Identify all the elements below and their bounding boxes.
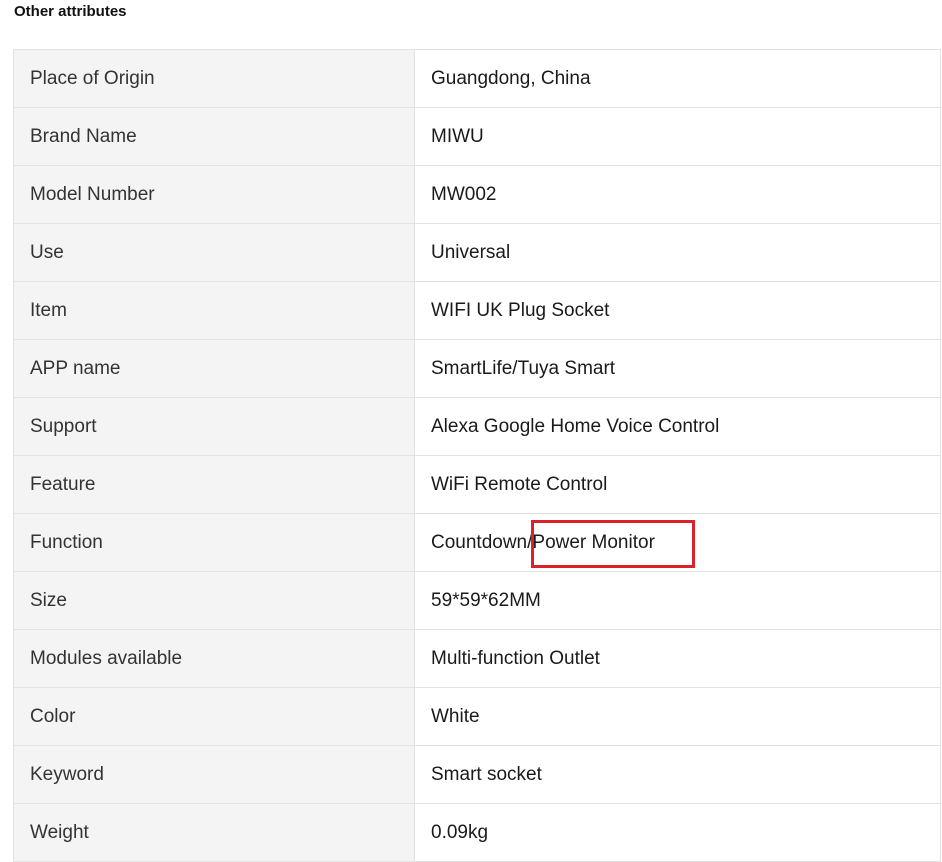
- attribute-value: 0.09kg: [414, 803, 941, 862]
- attribute-value: Universal: [414, 223, 941, 282]
- section-title: Other attributes: [14, 3, 127, 20]
- attribute-label: Feature: [13, 455, 415, 514]
- table-row: Size 59*59*62MM: [13, 571, 941, 630]
- table-row: Color White: [13, 687, 941, 746]
- attribute-label: Weight: [13, 803, 415, 862]
- attribute-value: Countdown/Power Monitor: [431, 531, 655, 553]
- table-row: Feature WiFi Remote Control: [13, 455, 941, 514]
- attribute-label: Brand Name: [13, 107, 415, 166]
- table-row: Item WIFI UK Plug Socket: [13, 281, 941, 340]
- attribute-label: Size: [13, 571, 415, 630]
- attribute-value-cell: Countdown/Power Monitor: [414, 513, 941, 572]
- table-row: Model Number MW002: [13, 165, 941, 224]
- attribute-label: Item: [13, 281, 415, 340]
- attribute-value: Alexa Google Home Voice Control: [414, 397, 941, 456]
- attribute-value: MW002: [414, 165, 941, 224]
- attribute-label: Model Number: [13, 165, 415, 224]
- attribute-label: Function: [13, 513, 415, 572]
- attribute-value: White: [414, 687, 941, 746]
- attribute-value-wrap: Countdown/Power Monitor: [431, 519, 695, 568]
- attribute-label: Place of Origin: [13, 49, 415, 108]
- attribute-value: MIWU: [414, 107, 941, 166]
- table-row: Brand Name MIWU: [13, 107, 941, 166]
- table-row: Weight 0.09kg: [13, 803, 941, 862]
- table-row: Place of Origin Guangdong, China: [13, 49, 941, 108]
- attribute-value: WIFI UK Plug Socket: [414, 281, 941, 340]
- table-row: Use Universal: [13, 223, 941, 282]
- attribute-value: SmartLife/Tuya Smart: [414, 339, 941, 398]
- attribute-value: Multi-function Outlet: [414, 629, 941, 688]
- table-row: Keyword Smart socket: [13, 745, 941, 804]
- attribute-label: APP name: [13, 339, 415, 398]
- attribute-label: Keyword: [13, 745, 415, 804]
- attribute-value: 59*59*62MM: [414, 571, 941, 630]
- attribute-value: Smart socket: [414, 745, 941, 804]
- attribute-value: Guangdong, China: [414, 49, 941, 108]
- attribute-label: Support: [13, 397, 415, 456]
- table-row: APP name SmartLife/Tuya Smart: [13, 339, 941, 398]
- attributes-table: Place of Origin Guangdong, China Brand N…: [13, 49, 941, 862]
- attribute-label: Use: [13, 223, 415, 282]
- table-row: Function Countdown/Power Monitor: [13, 513, 941, 572]
- attribute-label: Modules available: [13, 629, 415, 688]
- attribute-value: WiFi Remote Control: [414, 455, 941, 514]
- table-row: Modules available Multi-function Outlet: [13, 629, 941, 688]
- attribute-label: Color: [13, 687, 415, 746]
- table-row: Support Alexa Google Home Voice Control: [13, 397, 941, 456]
